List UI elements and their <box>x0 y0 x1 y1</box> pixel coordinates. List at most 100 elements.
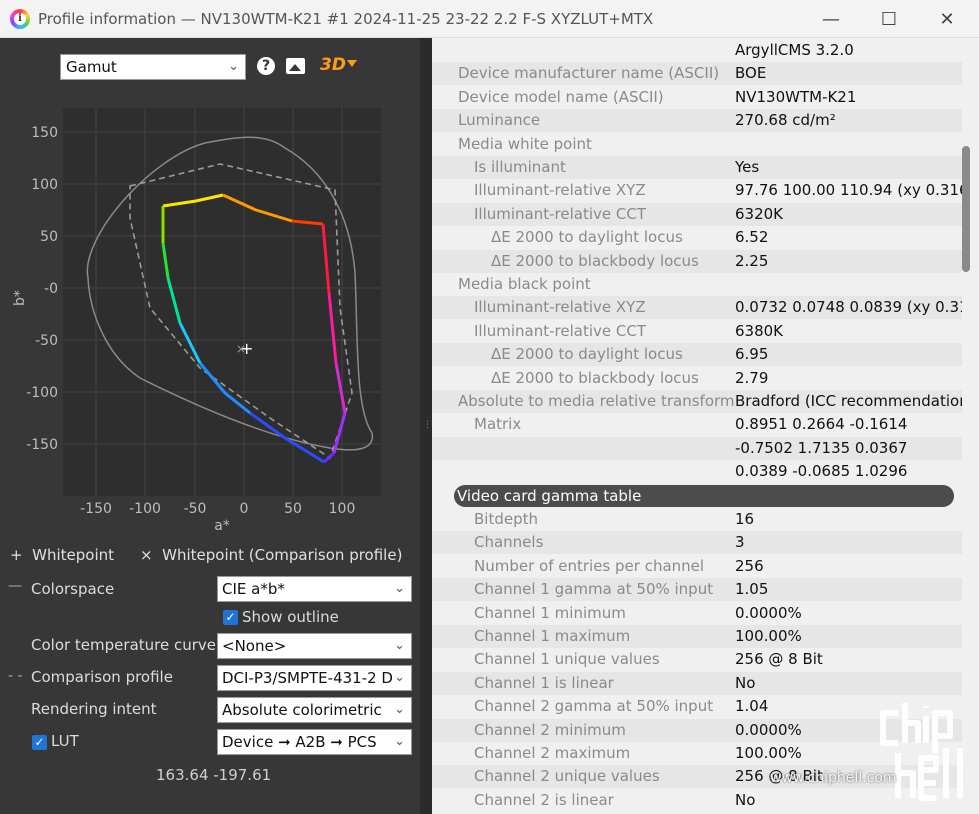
maximize-icon[interactable]: ☐ <box>861 0 917 38</box>
info-row-value: 0.0732 0.0748 0.0839 (xy 0.315 <box>735 298 962 317</box>
scrollbar-thumb[interactable] <box>962 146 970 272</box>
plot-area <box>63 108 381 496</box>
view-select-value: Gamut <box>66 58 117 76</box>
legend-whitepoint-comparison: × Whitepoint (Comparison profile) <box>140 546 402 564</box>
info-row-key: Illuminant-relative XYZ <box>474 181 646 200</box>
info-row-key: Luminance <box>458 111 541 130</box>
gamut-panel: Gamut ⌄ ? 3D + × 150 100 50 -0 -50 -100 … <box>0 38 420 814</box>
info-row-value: 0.0389 -0.0685 1.0296 <box>735 462 908 481</box>
info-row-value: Yes <box>735 158 760 176</box>
x-tick: -50 <box>184 501 207 517</box>
info-row-key: Media white point <box>458 134 592 153</box>
gamma-row-value: 3 <box>735 533 745 552</box>
gamut-plot[interactable]: + × 150 100 50 -0 -50 -100 -150 -150 -10… <box>0 108 420 578</box>
gamma-row-value: No <box>735 790 756 809</box>
info-row-key: Absolute to media relative transform <box>458 392 735 410</box>
dashed-line-marker: - - <box>8 668 23 684</box>
rendering-intent-select[interactable]: Absolute colorimetric ⌄ <box>217 697 412 723</box>
help-icon[interactable]: ? <box>257 57 275 75</box>
comparison-profile-select[interactable]: DCI-P3/SMPTE-431-2 D ⌄ <box>217 665 412 691</box>
y-ticks: 150 100 50 -0 -50 -100 -150 <box>26 125 58 453</box>
chiphell-watermark-logo <box>880 703 963 801</box>
view-3d-icon[interactable]: 3D <box>320 55 346 75</box>
info-row-key: ΔE 2000 to daylight locus <box>491 228 683 247</box>
y-axis-label: b* <box>12 290 28 306</box>
info-row-value: 6.95 <box>735 345 769 364</box>
info-row: Media black point <box>432 273 962 296</box>
info-row: Device manufacturer name (ASCII) BOE <box>432 62 962 86</box>
view-select[interactable]: Gamut ⌄ <box>60 54 246 80</box>
gamma-row-key: Channel 1 minimum <box>474 603 626 622</box>
info-row: -0.7502 1.7135 0.0367 <box>432 436 962 460</box>
panel-splitter[interactable]: ⋮ <box>420 38 432 814</box>
color-temp-select[interactable]: <None> ⌄ <box>217 633 412 659</box>
coordinate-readout: 163.64 -197.61 <box>156 766 272 784</box>
y-tick: -0 <box>44 281 58 297</box>
rendering-intent-value: Absolute colorimetric <box>222 701 382 719</box>
y-tick: 150 <box>31 125 58 141</box>
info-row: Illuminant-relative CCT 6380K <box>432 320 962 343</box>
gamma-row: Channel 1 minimum 0.0000% <box>432 602 962 625</box>
legend-whitepoint-label: Whitepoint <box>32 546 114 564</box>
info-row-value: NV130WTM-K21 <box>735 87 857 106</box>
info-row-value: 6380K <box>735 321 784 340</box>
comparison-profile-label: Comparison profile <box>31 668 173 686</box>
x-tick: 100 <box>329 501 356 517</box>
lut-label: LUT <box>51 732 79 750</box>
info-row-value: 0.8951 0.2664 -0.1614 <box>735 415 908 434</box>
view-3d-dropdown-icon[interactable] <box>347 60 357 67</box>
legend-whitepoint: + Whitepoint <box>10 546 114 564</box>
colorspace-value: CIE a*b* <box>222 580 285 598</box>
info-row-key: Illuminant-relative XYZ <box>474 298 646 317</box>
rendering-intent-label: Rendering intent <box>31 700 157 718</box>
gamma-row: Channel 1 unique values 256 @ 8 Bit <box>432 648 962 671</box>
info-row-value: 270.68 cd/m² <box>735 111 836 130</box>
minimize-icon[interactable]: — <box>803 0 859 38</box>
chevron-down-icon: ⌄ <box>392 634 405 658</box>
x-tick: -100 <box>129 501 161 517</box>
info-row-value: -0.7502 1.7135 0.0367 <box>735 438 908 457</box>
gamma-row-value: 1.04 <box>735 697 769 716</box>
info-row: Illuminant-relative XYZ 97.76 100.00 110.… <box>432 179 962 202</box>
info-row: Absolute to media relative transform Brad… <box>432 390 962 413</box>
info-row: ΔE 2000 to daylight locus 6.95 <box>432 343 962 367</box>
gamma-row-key: Channel 2 is linear <box>474 790 614 809</box>
section-header-video-card-gamma[interactable]: Video card gamma table <box>454 485 954 507</box>
x-ticks: -150 -100 -50 0 50 100 <box>80 501 355 517</box>
y-tick: -150 <box>26 437 58 453</box>
info-row-key: Matrix <box>474 415 522 434</box>
info-row-value: Bradford (ICC recommendation <box>735 392 962 410</box>
gamma-row-key: Channel 1 unique values <box>474 650 660 669</box>
info-row-key: Media black point <box>458 275 591 293</box>
info-row-value: 97.76 100.00 110.94 (xy 0.3167 <box>735 181 962 200</box>
info-row-key: Device manufacturer name (ASCII) <box>458 64 720 83</box>
info-row: Media white point <box>432 133 962 156</box>
info-row-value: 2.25 <box>735 251 769 270</box>
info-row: ΔE 2000 to blackbody locus 2.79 <box>432 367 962 390</box>
gamma-row-key: Channel 2 minimum <box>474 720 626 739</box>
x-tick: 50 <box>284 501 302 517</box>
show-outline-label: Show outline <box>242 608 339 626</box>
watermark-url: www.chiphell.com <box>770 770 897 786</box>
image-icon[interactable] <box>286 58 305 74</box>
info-row: Illuminant-relative XYZ 0.0732 0.0748 0.0… <box>432 296 962 320</box>
title-bar: i Profile information — NV130WTM-K21 #1 … <box>0 0 979 38</box>
comparison-whitepoint-marker: × <box>236 342 246 356</box>
info-row: Illuminant-relative CCT 6320K <box>432 202 962 226</box>
gamma-row: Channel 1 maximum 100.00% <box>432 625 962 648</box>
chevron-down-icon: ⌄ <box>228 59 239 74</box>
info-row-key: ΔE 2000 to blackbody locus <box>491 251 699 270</box>
gamma-row-value: 256 <box>735 556 764 575</box>
info-row-value: BOE <box>735 64 767 83</box>
show-outline-checkbox[interactable]: ✓ <box>223 610 238 625</box>
y-tick: 50 <box>40 229 58 245</box>
colorspace-select[interactable]: CIE a*b* ⌄ <box>217 576 412 602</box>
info-row: 0.0389 -0.0685 1.0296 <box>432 460 962 483</box>
gamma-row-value: 16 <box>735 510 755 528</box>
lut-select[interactable]: Device ➞ A2B ➞ PCS ⌄ <box>217 729 412 755</box>
chevron-down-icon: ⌄ <box>392 698 405 722</box>
lut-checkbox[interactable]: ✓ <box>32 735 47 750</box>
info-row-value: ArgyllCMS 3.2.0 <box>735 41 854 59</box>
info-row: ArgyllCMS 3.2.0 <box>432 39 962 62</box>
close-icon[interactable]: ✕ <box>919 0 975 38</box>
